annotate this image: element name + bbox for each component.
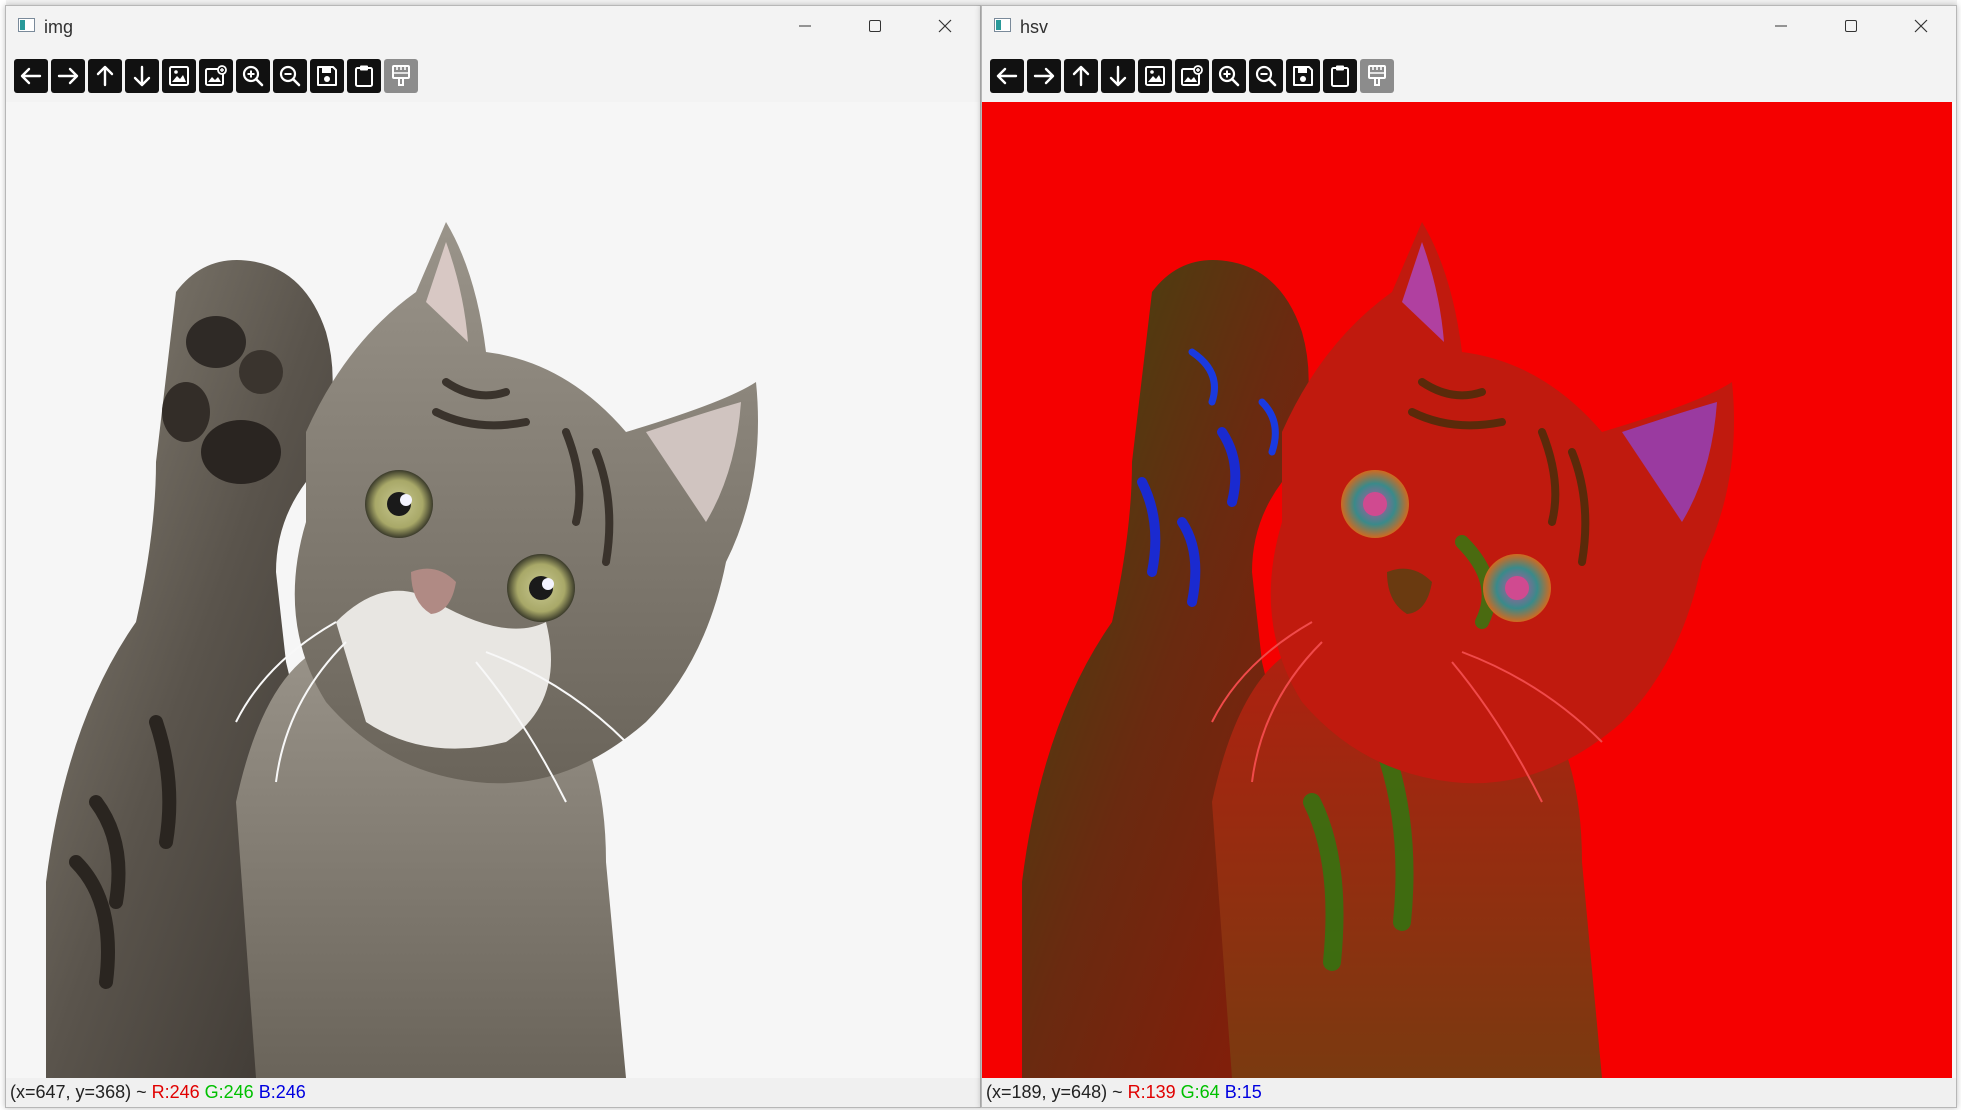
arrow-right-icon <box>57 67 79 85</box>
cat-image <box>6 102 980 1078</box>
zoom-fit-button[interactable] <box>1138 59 1172 93</box>
minimize-button[interactable] <box>1746 6 1816 46</box>
title-bar[interactable]: hsv <box>982 6 1956 46</box>
hsv-cat-image <box>982 102 1956 1078</box>
save-button[interactable] <box>310 59 344 93</box>
settings-panel-icon <box>392 65 410 86</box>
zoom-in-icon <box>1218 65 1240 87</box>
image-icon <box>169 66 189 86</box>
title-bar[interactable]: img <box>6 6 980 46</box>
pan-up-button[interactable] <box>1064 59 1098 93</box>
save-icon <box>1293 66 1313 86</box>
close-icon <box>1914 19 1928 33</box>
arrow-down-icon <box>133 65 151 87</box>
pan-down-button[interactable] <box>125 59 159 93</box>
pan-right-button[interactable] <box>1027 59 1061 93</box>
image-properties-button[interactable] <box>1175 59 1209 93</box>
maximize-button[interactable] <box>1816 6 1886 46</box>
window-img: img (x=647, y=368) ~ R:246 G:246 B:246 <box>5 5 981 1108</box>
save-button[interactable] <box>1286 59 1320 93</box>
zoom-out-icon <box>279 65 301 87</box>
zoom-out-button[interactable] <box>273 59 307 93</box>
arrow-left-icon <box>996 67 1018 85</box>
pan-up-button[interactable] <box>88 59 122 93</box>
pixel-green-value: G:246 <box>204 1082 254 1102</box>
maximize-button[interactable] <box>840 6 910 46</box>
properties-window-button[interactable] <box>384 59 418 93</box>
arrow-left-icon <box>20 67 42 85</box>
image-canvas[interactable] <box>6 102 980 1078</box>
arrow-down-icon <box>1109 65 1127 87</box>
minimize-icon <box>799 25 811 27</box>
clipboard-icon <box>355 65 373 87</box>
save-icon <box>317 66 337 86</box>
app-window-icon <box>18 18 35 32</box>
close-button[interactable] <box>910 6 980 46</box>
pan-down-button[interactable] <box>1101 59 1135 93</box>
arrow-up-icon <box>96 65 114 87</box>
pan-right-button[interactable] <box>51 59 85 93</box>
zoom-in-button[interactable] <box>236 59 270 93</box>
window-title: hsv <box>1020 17 1049 37</box>
status-bar: (x=189, y=648) ~ R:139 G:64 B:15 <box>982 1078 1956 1107</box>
pan-left-button[interactable] <box>14 59 48 93</box>
image-canvas[interactable] <box>982 102 1956 1078</box>
image-properties-icon <box>1181 65 1203 86</box>
pixel-red-value: R:139 <box>1127 1082 1176 1102</box>
pixel-green-value: G:64 <box>1180 1082 1220 1102</box>
minimize-button[interactable] <box>770 6 840 46</box>
copy-to-clipboard-button[interactable] <box>1323 59 1357 93</box>
arrow-right-icon <box>1033 67 1055 85</box>
zoom-fit-button[interactable] <box>162 59 196 93</box>
properties-window-button[interactable] <box>1360 59 1394 93</box>
pixel-blue-value: B:246 <box>258 1082 306 1102</box>
clipboard-icon <box>1331 65 1349 87</box>
image-properties-icon <box>205 65 227 86</box>
pixel-blue-value: B:15 <box>1224 1082 1262 1102</box>
close-button[interactable] <box>1886 6 1956 46</box>
zoom-out-icon <box>1255 65 1277 87</box>
status-bar: (x=647, y=368) ~ R:246 G:246 B:246 <box>6 1078 980 1107</box>
zoom-out-button[interactable] <box>1249 59 1283 93</box>
maximize-icon <box>1845 20 1857 32</box>
app-window-icon <box>994 18 1011 32</box>
pixel-red-value: R:246 <box>151 1082 200 1102</box>
toolbar <box>6 46 980 102</box>
zoom-in-icon <box>242 65 264 87</box>
background-editor-right <box>1957 0 1961 1110</box>
close-icon <box>938 19 952 33</box>
copy-to-clipboard-button[interactable] <box>347 59 381 93</box>
pixel-coordinates: (x=189, y=648) ~ <box>986 1082 1128 1102</box>
arrow-up-icon <box>1072 65 1090 87</box>
minimize-icon <box>1775 25 1787 27</box>
pixel-coordinates: (x=647, y=368) ~ <box>10 1082 152 1102</box>
window-title: img <box>44 17 74 37</box>
window-hsv: hsv (x=189, y=648) ~ R:139 G:64 B:15 <box>981 5 1957 1108</box>
zoom-in-button[interactable] <box>1212 59 1246 93</box>
pan-left-button[interactable] <box>990 59 1024 93</box>
maximize-icon <box>869 20 881 32</box>
settings-panel-icon <box>1368 65 1386 86</box>
image-properties-button[interactable] <box>199 59 233 93</box>
image-icon <box>1145 66 1165 86</box>
toolbar <box>982 46 1956 102</box>
